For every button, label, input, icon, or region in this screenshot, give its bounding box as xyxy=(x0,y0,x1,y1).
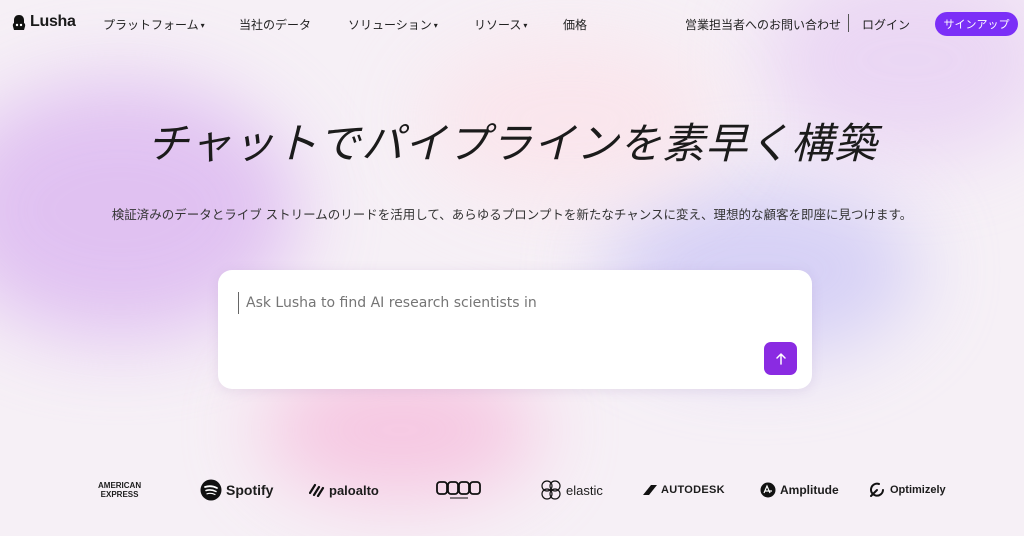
nav-item-solutions[interactable]: ソリューション ▾ xyxy=(348,16,438,33)
nav-item-pricing-label: 価格 xyxy=(563,18,588,32)
nav-item-our-data-label: 当社のデータ xyxy=(239,18,312,32)
amex-line2: EXPRESS xyxy=(100,490,139,499)
chevron-down-icon: ▾ xyxy=(523,21,528,30)
optimizely-icon xyxy=(870,482,884,497)
autodesk-text: AUTODESK xyxy=(661,484,725,496)
optimizely-logo: Optimizely xyxy=(868,474,946,506)
top-navigation: Lusha プラットフォーム ▾ 当社のデータ ソリューション ▾ リソース ▾… xyxy=(0,0,1024,48)
chat-prompt-input[interactable] xyxy=(244,294,748,312)
nav-item-platform-label: プラットフォーム xyxy=(103,18,199,32)
chat-prompt-box xyxy=(218,270,812,389)
nav-item-pricing[interactable]: 価格 xyxy=(563,16,587,33)
nav-item-solutions-label: ソリューション xyxy=(348,18,432,32)
lusha-logo-icon xyxy=(12,14,26,30)
customer-logos-row: AMERICAN EXPRESS Spotify paloalto elasti… xyxy=(0,474,1024,506)
text-cursor xyxy=(238,292,239,314)
signup-button[interactable]: サインアップ xyxy=(935,12,1018,36)
amplitude-text: Amplitude xyxy=(780,483,839,497)
arrow-up-icon xyxy=(775,352,786,365)
hero-subtitle: 検証済みのデータとライブ ストリームのリードを活用して、あらゆるプロンプトを新た… xyxy=(111,207,913,222)
autodesk-icon xyxy=(643,485,657,495)
hero-gradient-background xyxy=(0,0,1024,536)
spotify-logo: Spotify xyxy=(200,474,273,506)
autodesk-logo: AUTODESK xyxy=(643,474,725,506)
amplitude-logo: Amplitude xyxy=(760,474,839,506)
hero-title: チャットでパイプラインを素早く構築 xyxy=(146,119,878,168)
chevron-down-icon: ▾ xyxy=(200,21,205,30)
amex-line1: AMERICAN xyxy=(98,481,142,490)
paloalto-icon xyxy=(309,483,325,497)
login-link[interactable]: ログイン xyxy=(862,16,910,33)
american-express-logo: AMERICAN EXPRESS xyxy=(98,474,141,506)
nav-item-resources[interactable]: リソース ▾ xyxy=(474,16,527,33)
nav-divider xyxy=(848,14,849,32)
paloalto-logo: paloalto xyxy=(309,474,379,506)
chevron-down-icon: ▾ xyxy=(433,21,438,30)
nav-item-resources-label: リソース xyxy=(474,18,522,32)
logo-text: Lusha xyxy=(30,13,76,30)
nav-item-our-data[interactable]: 当社のデータ xyxy=(239,16,311,33)
paloalto-text: paloalto xyxy=(329,482,379,498)
spotify-text: Spotify xyxy=(226,482,274,498)
elastic-icon xyxy=(541,480,561,500)
kong-logo-icon xyxy=(436,474,482,506)
send-button[interactable] xyxy=(764,342,797,375)
spotify-icon xyxy=(200,479,222,501)
lusha-logo[interactable]: Lusha xyxy=(12,13,76,31)
contact-sales-link[interactable]: 営業担当者へのお問い合わせ xyxy=(685,16,841,33)
optimizely-text: Optimizely xyxy=(890,484,946,496)
elastic-logo: elastic xyxy=(540,474,603,506)
elastic-text: elastic xyxy=(566,482,603,498)
amplitude-icon xyxy=(760,482,776,498)
nav-item-platform[interactable]: プラットフォーム ▾ xyxy=(103,16,205,33)
